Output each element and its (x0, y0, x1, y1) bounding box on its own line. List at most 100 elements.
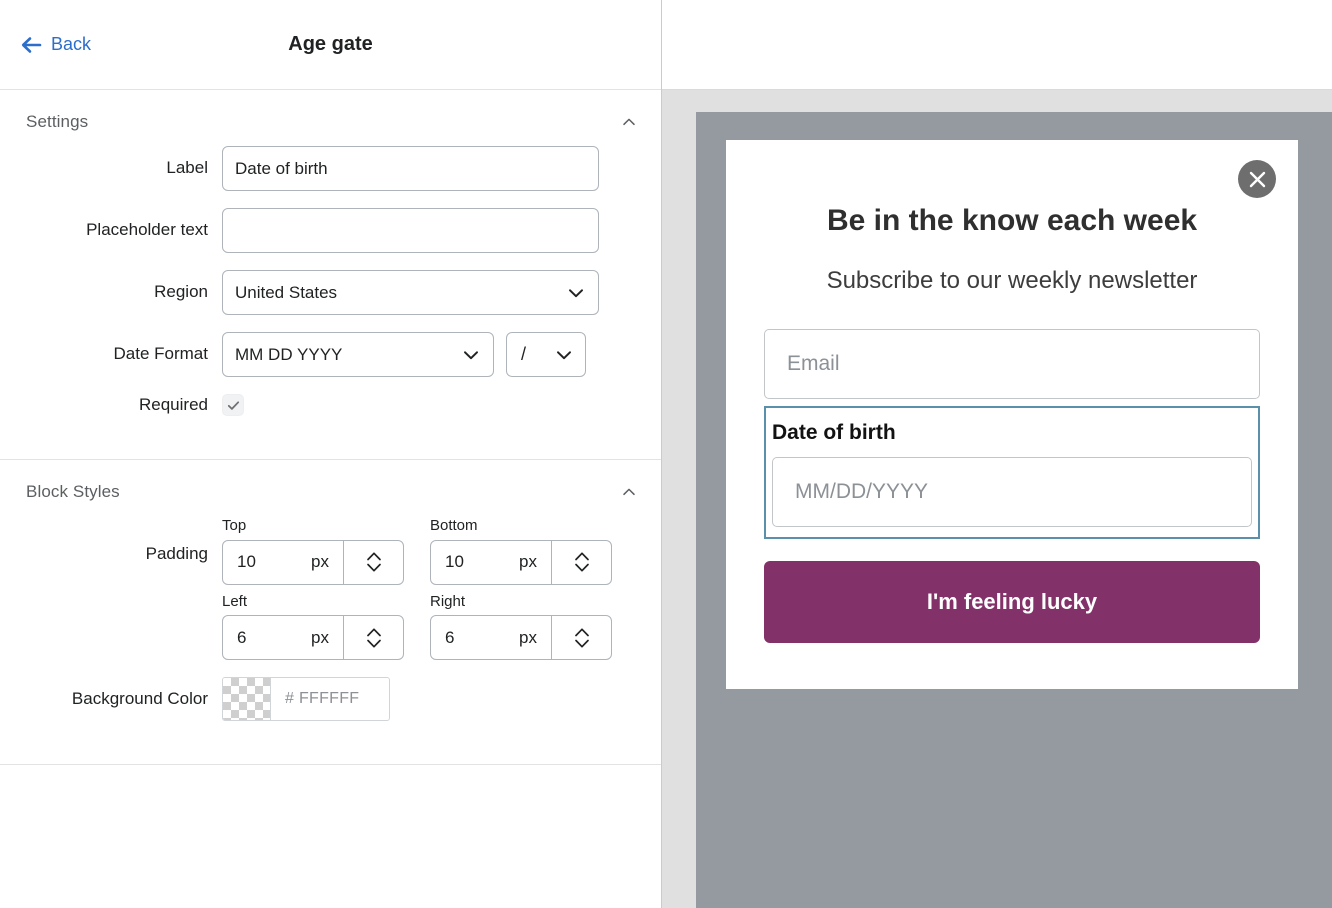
field-row-padding: Padding Top 10 px (0, 516, 661, 660)
date-format-select[interactable]: MM DD YYYY (222, 332, 494, 377)
label-field-control (222, 146, 623, 191)
color-swatch[interactable] (223, 678, 271, 720)
region-select[interactable]: United States (222, 270, 599, 315)
settings-section-title: Settings (26, 112, 88, 132)
panel-body: Settings Label Placeholder (0, 90, 661, 908)
padding-row-left-right: Left 6 px (222, 592, 612, 661)
back-button-label: Back (51, 34, 91, 55)
field-row-placeholder-text: Placeholder text (0, 208, 661, 253)
label-field-label: Label (0, 157, 222, 179)
preview-dob-input[interactable] (772, 457, 1252, 527)
block-styles-section-header[interactable]: Block Styles (0, 460, 661, 516)
padding-bottom-unit: px (519, 552, 537, 572)
preview-dob-input-wrap (772, 457, 1252, 527)
back-button[interactable]: Back (20, 34, 91, 56)
preview-submit-button[interactable]: I'm feeling lucky (764, 561, 1260, 643)
close-icon (1248, 170, 1267, 189)
padding-bottom-cell: Bottom 10 px (430, 516, 612, 585)
padding-right-label: Right (430, 592, 612, 612)
chevron-up-icon[interactable] (621, 484, 637, 500)
placeholder-text-input[interactable] (222, 208, 599, 253)
settings-section-header[interactable]: Settings (0, 90, 661, 146)
stepper-updown-icon (364, 549, 384, 575)
label-input[interactable] (222, 146, 599, 191)
background-color-field[interactable]: # FFFFFF (222, 677, 390, 721)
padding-bottom-stepper-buttons[interactable] (551, 541, 611, 584)
background-color-control: # FFFFFF (222, 677, 623, 721)
padding-left-stepper-buttons[interactable] (343, 616, 403, 659)
modal-subheading: Subscribe to our weekly newsletter (764, 266, 1260, 296)
padding-left-value-area[interactable]: 6 px (223, 616, 343, 659)
padding-field-label: Padding (0, 516, 222, 565)
placeholder-field-control (222, 208, 623, 253)
padding-right-cell: Right 6 px (430, 592, 612, 661)
modal-close-button[interactable] (1238, 160, 1276, 198)
preview-panel: Be in the know each week Subscribe to ou… (662, 0, 1332, 908)
field-row-region: Region United States (0, 270, 661, 315)
modal-heading: Be in the know each week (764, 202, 1260, 240)
app-root: Back Age gate Settings Label (0, 0, 1332, 908)
required-checkbox[interactable] (222, 394, 244, 416)
padding-bottom-value-area[interactable]: 10 px (431, 541, 551, 584)
padding-top-value: 10 (237, 552, 256, 572)
padding-left-label: Left (222, 592, 404, 612)
placeholder-field-label: Placeholder text (0, 219, 222, 241)
date-separator-select[interactable]: / (506, 332, 586, 377)
settings-panel: Back Age gate Settings Label (0, 0, 662, 908)
date-format-field-control: MM DD YYYY / (222, 332, 623, 377)
padding-field-control: Top 10 px (222, 516, 623, 660)
settings-section: Settings Label Placeholder (0, 90, 661, 460)
preview-toolbar (662, 0, 1332, 90)
padding-left-value: 6 (237, 628, 246, 648)
panel-header: Back Age gate (0, 0, 661, 90)
preview-email-input[interactable] (764, 329, 1260, 399)
field-row-label: Label (0, 146, 661, 191)
padding-top-stepper-buttons[interactable] (343, 541, 403, 584)
padding-top-unit: px (311, 552, 329, 572)
color-hex-value[interactable]: # FFFFFF (271, 678, 389, 720)
padding-top-label: Top (222, 516, 404, 536)
padding-right-unit: px (519, 628, 537, 648)
padding-right-stepper-buttons[interactable] (551, 616, 611, 659)
required-field-label: Required (0, 394, 222, 416)
stepper-updown-icon (572, 549, 592, 575)
padding-right-value-area[interactable]: 6 px (431, 616, 551, 659)
required-field-control (222, 394, 623, 416)
chevron-down-icon (566, 283, 586, 303)
chevron-up-icon[interactable] (621, 114, 637, 130)
block-styles-section: Block Styles Padding Top (0, 460, 661, 765)
preview-dob-block[interactable]: Date of birth (764, 406, 1260, 539)
padding-top-value-area[interactable]: 10 px (223, 541, 343, 584)
padding-bottom-value: 10 (445, 552, 464, 572)
padding-right-stepper[interactable]: 6 px (430, 615, 612, 660)
padding-right-value: 6 (445, 628, 454, 648)
check-icon (226, 398, 241, 413)
padding-row-top-bottom: Top 10 px (222, 516, 612, 585)
preview-canvas: Be in the know each week Subscribe to ou… (696, 112, 1332, 908)
preview-email-block (764, 296, 1260, 399)
next-section-stub (0, 765, 661, 787)
date-separator-value: / (521, 344, 526, 365)
field-row-background-color: Background Color # FFFFFF (0, 677, 661, 721)
chevron-down-icon (554, 345, 574, 365)
padding-grid: Top 10 px (222, 516, 612, 660)
padding-top-cell: Top 10 px (222, 516, 404, 585)
padding-left-cell: Left 6 px (222, 592, 404, 661)
newsletter-modal: Be in the know each week Subscribe to ou… (726, 140, 1298, 689)
field-row-date-format: Date Format MM DD YYYY / (0, 332, 661, 377)
padding-left-unit: px (311, 628, 329, 648)
region-select-value: United States (235, 283, 337, 303)
region-field-label: Region (0, 281, 222, 303)
padding-top-stepper[interactable]: 10 px (222, 540, 404, 585)
preview-stage: Be in the know each week Subscribe to ou… (662, 90, 1332, 908)
page-title: Age gate (0, 33, 661, 56)
stepper-updown-icon (364, 625, 384, 651)
chevron-down-icon (461, 345, 481, 365)
region-field-control: United States (222, 270, 623, 315)
padding-left-stepper[interactable]: 6 px (222, 615, 404, 660)
stepper-updown-icon (572, 625, 592, 651)
block-styles-section-title: Block Styles (26, 482, 120, 502)
padding-bottom-label: Bottom (430, 516, 612, 536)
padding-bottom-stepper[interactable]: 10 px (430, 540, 612, 585)
preview-dob-label: Date of birth (772, 420, 1252, 445)
